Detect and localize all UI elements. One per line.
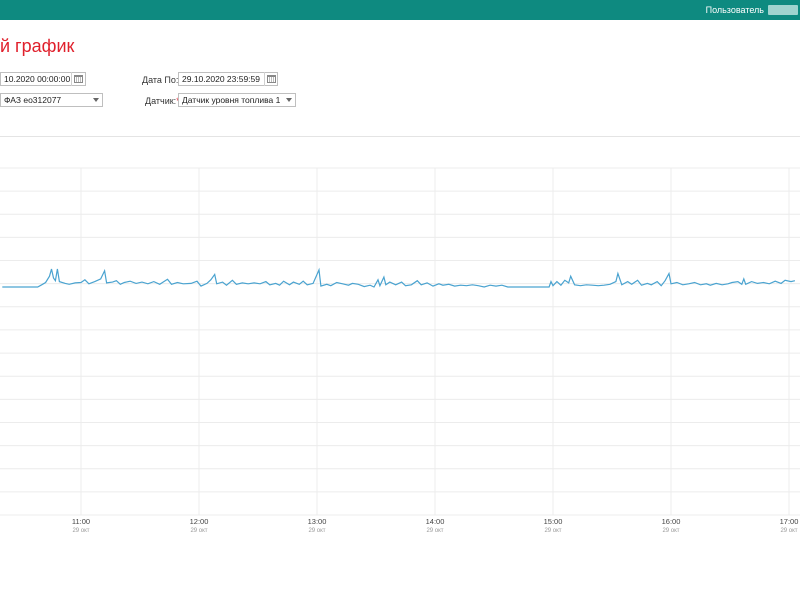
x-tick-date-label: 29 окт <box>544 528 561 534</box>
x-axis: 11:00 29 окт 12:00 29 окт 13:00 29 окт 14:00 29… <box>72 517 799 534</box>
x-tick-date-label: 29 окт <box>780 528 797 534</box>
x-tick-label: 14:00 <box>426 517 445 526</box>
x-tick-date-label: 29 окт <box>308 528 325 534</box>
user-label: Пользователь <box>705 5 764 15</box>
vehicle-value: ФАЗ ео312077 <box>4 95 62 105</box>
series-line <box>2 267 796 288</box>
date-from-value: 10.2020 00:00:00 <box>4 74 71 84</box>
date-to-label: Дата По:* <box>142 75 182 85</box>
fuel-level-chart[interactable]: 11:00 29 окт 12:00 29 окт 13:00 29 окт 14:00 29… <box>0 137 800 547</box>
x-tick-label: 13:00 <box>308 517 327 526</box>
date-to-input[interactable]: 29.10.2020 23:59:59 <box>178 72 278 86</box>
x-tick-label: 17:00 <box>780 517 799 526</box>
x-tick-label: 16:00 <box>662 517 681 526</box>
sensor-label: Датчик:* <box>145 96 180 106</box>
x-tick-date-label: 29 окт <box>190 528 207 534</box>
user-name-redacted[interactable] <box>768 5 798 15</box>
sensor-select[interactable]: Датчик уровня топлива 1 <box>178 93 296 107</box>
calendar-icon[interactable] <box>264 72 278 86</box>
page-title: й график <box>0 36 75 56</box>
vehicle-select[interactable]: ФАЗ ео312077 <box>0 93 103 107</box>
x-tick-date-label: 29 окт <box>426 528 443 534</box>
chart-grid <box>0 167 800 516</box>
x-tick-label: 12:00 <box>190 517 209 526</box>
x-tick-label: 15:00 <box>544 517 563 526</box>
date-to-value: 29.10.2020 23:59:59 <box>182 74 260 84</box>
sensor-value: Датчик уровня топлива 1 <box>182 95 281 105</box>
x-tick-label: 11:00 <box>72 517 90 526</box>
x-tick-date-label: 29 окт <box>662 528 679 534</box>
x-tick-date-label: 29 окт <box>72 528 89 534</box>
top-header-bar: Пользователь <box>0 0 800 20</box>
calendar-icon[interactable] <box>71 72 85 86</box>
chevron-down-icon[interactable] <box>286 98 292 102</box>
chevron-down-icon[interactable] <box>93 98 99 102</box>
